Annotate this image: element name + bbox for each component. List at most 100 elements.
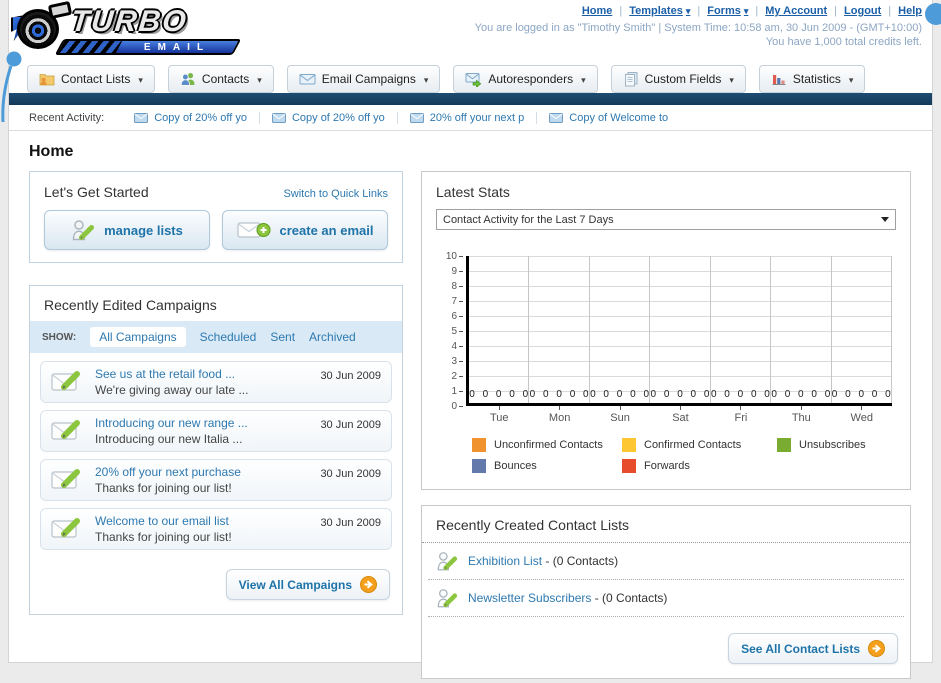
contact-list-items: Exhibition List - (0 Contacts) Newslette… [422,543,910,617]
main-content: Home Let's Get Started Switch to Quick L… [9,131,932,679]
tab-label: Custom Fields [644,72,722,86]
campaign-date: 30 Jun 2009 [320,419,381,431]
view-all-campaigns-button[interactable]: View All Campaigns [225,569,390,600]
legend-label: Unconfirmed Contacts [494,439,603,451]
filter-all-campaigns[interactable]: All Campaigns [90,327,186,347]
person-pencil-icon [72,220,95,241]
manage-lists-button[interactable]: manage lists [44,210,210,250]
header-links: Home Templates Forms My Account Logout H… [475,5,922,17]
contact-list-link[interactable]: Exhibition List [468,554,542,568]
y-axis-label: 5 [439,327,463,337]
chart-value-labels: 0 0 0 0 0 [590,389,650,400]
link-my-account[interactable]: My Account [748,5,827,17]
switch-quick-links-link[interactable]: Switch to Quick Links [283,188,388,200]
tab-label: Contacts [201,72,250,86]
arrow-right-icon [360,576,377,593]
create-email-button[interactable]: create an email [222,210,388,250]
link-home[interactable]: Home [582,5,613,17]
filter-sent[interactable]: Sent [270,330,295,344]
legend-swatch [472,459,486,473]
legend-item: Forwards [622,459,777,473]
campaign-title-link[interactable]: Introducing our new range ... [95,416,310,430]
campaign-item[interactable]: 20% off your next purchase Thanks for jo… [40,459,392,501]
contact-activity-chart: 10 9 8 7 6 5 4 3 2 1 0 0 0 0 0 00 0 0 0 00 0 0 0 0… [439,252,892,473]
arrow-right-icon [868,640,885,657]
contact-list-link[interactable]: Newsletter Subscribers [468,591,591,605]
x-axis-label: Tue [469,406,529,424]
tab-custom-fields[interactable]: Custom Fields [610,65,746,93]
chart-y-axis: 10 9 8 7 6 5 4 3 2 1 0 [439,252,466,412]
contact-list-item[interactable]: Newsletter Subscribers - (0 Contacts) [428,580,904,617]
chart-value-labels: 0 0 0 0 0 [529,389,589,400]
see-all-contact-lists-button[interactable]: See All Contact Lists [728,633,898,664]
chart-value-labels: 0 0 0 0 0 [710,389,770,400]
legend-label: Unsubscribes [799,439,866,451]
envelope-icon [271,112,286,123]
tab-contact-lists[interactable]: Contact Lists [27,65,155,93]
email-campaigns-icon [299,74,316,85]
chart-plot: 0 0 0 0 00 0 0 0 00 0 0 0 00 0 0 0 00 0 … [466,256,892,406]
tab-label: Autoresponders [488,72,574,86]
envelope-pencil-icon [51,469,80,489]
campaign-item[interactable]: See us at the retail food ... We're givi… [40,361,392,403]
chart-value-labels: 0 0 0 0 0 [831,389,891,400]
contact-list-count: - (0 Contacts) [542,554,619,568]
link-logout[interactable]: Logout [827,5,881,17]
envelope-pencil-icon [51,371,80,391]
campaign-subtitle: Thanks for joining our list! [95,481,232,495]
recent-activity-item[interactable]: Copy of 20% off yo [258,111,397,124]
person-pencil-icon [437,589,458,608]
chart-x-labels: Tue Mon Sun Sat Fri Thu Wed [469,406,892,424]
chevron-down-icon [847,72,854,86]
campaign-title-link[interactable]: Welcome to our email list [95,514,310,528]
chevron-down-icon [422,72,429,86]
envelope-plus-icon [236,222,271,238]
x-axis-label: Wed [832,406,892,424]
recent-activity-item[interactable]: Copy of 20% off yo [122,112,259,124]
brand-sub: EMAIL [143,42,211,53]
envelope-icon [409,112,424,123]
filter-scheduled[interactable]: Scheduled [200,330,257,344]
legend-item: Confirmed Contacts [622,438,777,452]
tab-autoresponders[interactable]: Autoresponders [453,65,598,93]
get-started-panel: Let's Get Started Switch to Quick Links [29,171,403,263]
chevron-down-icon [727,72,734,86]
left-column: Let's Get Started Switch to Quick Links [29,171,403,615]
tab-contacts[interactable]: Contacts [167,65,274,93]
campaign-item[interactable]: Introducing our new range ... Introducin… [40,410,392,452]
campaign-list: See us at the retail food ... We're givi… [30,353,402,561]
campaign-date: 30 Jun 2009 [320,468,381,480]
filter-archived[interactable]: Archived [309,330,356,344]
chart-day-column: 0 0 0 0 0 [650,256,711,403]
legend-swatch [777,438,791,452]
campaign-subtitle: We're giving away our late ... [95,383,249,397]
contact-list-item[interactable]: Exhibition List - (0 Contacts) [428,543,904,580]
latest-stats-panel: Latest Stats Contact Activity for the La… [421,171,911,490]
campaign-filters: SHOW: All Campaigns Scheduled Sent Archi… [30,321,402,353]
campaign-item[interactable]: Welcome to our email list Thanks for joi… [40,508,392,550]
recent-activity-item[interactable]: 20% off your next p [396,111,537,124]
right-column: Latest Stats Contact Activity for the La… [421,171,911,679]
recent-activity-item[interactable]: Copy of Welcome to [536,111,680,124]
y-axis-label: 10 [439,252,463,262]
link-help[interactable]: Help [881,5,922,17]
campaign-title-link[interactable]: See us at the retail food ... [95,367,310,381]
contact-lists-icon [39,74,55,86]
x-axis-label: Sat [650,406,710,424]
link-templates[interactable]: Templates [612,5,690,17]
statistics-icon [772,75,786,85]
legend-swatch [622,459,636,473]
legend-item: Unconfirmed Contacts [472,438,622,452]
chart-value-labels: 0 0 0 0 0 [771,389,831,400]
brand-bar: EMAIL [54,39,242,55]
legend-label: Forwards [644,460,690,472]
link-forms[interactable]: Forms [690,5,748,17]
stats-period-select[interactable]: Contact Activity for the Last 7 Days [436,209,896,230]
campaign-date: 30 Jun 2009 [320,517,381,529]
campaign-title-link[interactable]: 20% off your next purchase [95,465,310,479]
tab-statistics[interactable]: Statistics [758,65,866,93]
tab-email-campaigns[interactable]: Email Campaigns [286,65,441,93]
autoresponders-icon [465,73,482,87]
manage-lists-label: manage lists [104,222,183,238]
chevron-down-icon [136,72,143,86]
